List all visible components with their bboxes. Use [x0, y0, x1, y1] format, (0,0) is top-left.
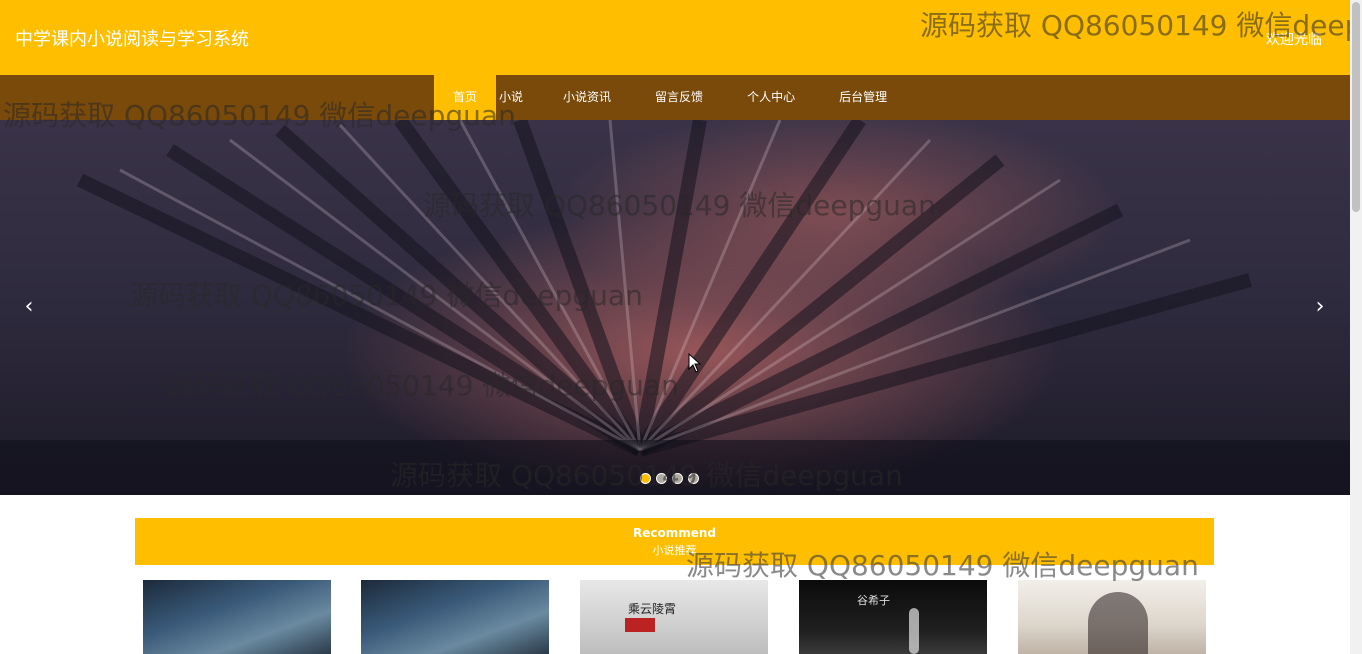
nav-novels[interactable]: 小说 [496, 75, 541, 120]
nav-feedback[interactable]: 留言反馈 [633, 75, 725, 120]
carousel-dot[interactable] [688, 473, 699, 484]
carousel-prev-button[interactable]: ‹ [17, 292, 41, 322]
book-card[interactable] [143, 580, 331, 654]
book-cover-image [361, 580, 549, 654]
main-nav: 首页 小说 小说资讯 留言反馈 个人中心 后台管理 [434, 75, 909, 120]
banner-carousel[interactable]: ‹ › [0, 120, 1350, 495]
book-card[interactable] [1018, 580, 1206, 654]
carousel-indicators [640, 473, 699, 484]
book-card[interactable]: 乘云陵霄 [580, 580, 768, 654]
book-cover-image [1018, 580, 1206, 654]
book-cover-image: 谷希子 [799, 580, 987, 654]
book-cover-author: 谷希子 [857, 594, 890, 607]
book-cover-image: 乘云陵霄 [580, 580, 768, 654]
main-nav-bar: 首页 小说 小说资讯 留言反馈 个人中心 后台管理 [0, 75, 1350, 120]
scrollbar-thumb[interactable] [1352, 2, 1360, 212]
recommend-title-en: Recommend [632, 526, 716, 540]
mouse-cursor-icon [688, 353, 702, 373]
book-card[interactable]: 谷希子 [799, 580, 987, 654]
recommend-title-cn: 小说推荐 [652, 544, 697, 557]
welcome-text: 欢迎光临 [1266, 32, 1322, 48]
carousel-dot[interactable] [672, 473, 683, 484]
nav-home[interactable]: 首页 [434, 75, 497, 120]
nav-novel-news[interactable]: 小说资讯 [541, 75, 633, 120]
book-card[interactable] [361, 580, 549, 654]
cover-figure [1088, 592, 1148, 654]
carousel-dot[interactable] [656, 473, 667, 484]
site-title[interactable]: 中学课内小说阅读与学习系统 [15, 25, 249, 51]
cover-figure [909, 608, 919, 654]
book-cover-image [143, 580, 331, 654]
book-pages-image [0, 120, 1350, 495]
book-cover-author: 乘云陵霄 [628, 602, 677, 616]
nav-admin[interactable]: 后台管理 [817, 75, 909, 120]
nav-personal-center[interactable]: 个人中心 [725, 75, 817, 120]
page-scrollbar[interactable] [1350, 0, 1362, 654]
top-header: 中学课内小说阅读与学习系统 欢迎光临 [0, 0, 1350, 75]
carousel-next-button[interactable]: › [1308, 292, 1332, 322]
recommend-section-header: Recommend 小说推荐 [135, 518, 1214, 565]
carousel-dot[interactable] [640, 473, 651, 484]
publisher-logo [625, 618, 655, 632]
